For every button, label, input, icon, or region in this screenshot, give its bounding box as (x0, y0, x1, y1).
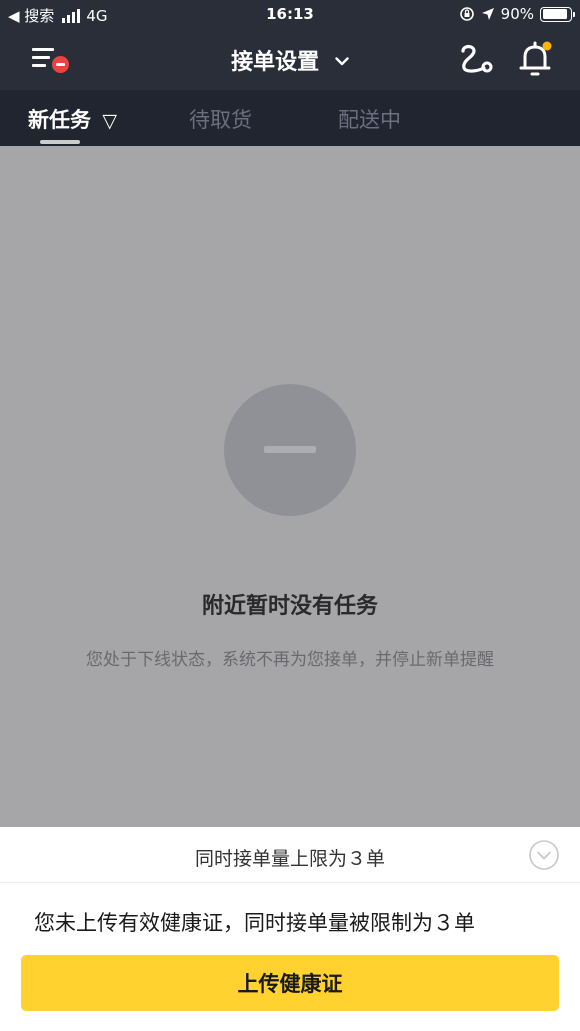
active-tab-indicator (40, 140, 80, 144)
order-limit-sheet: 同时接单量上限为３单 您未上传有效健康证，同时接单量被限制为３单 上传健康证 (0, 827, 580, 1031)
battery-icon (540, 6, 575, 22)
page-title: 接单设置 (231, 50, 320, 75)
tab-label: 新任务 (28, 108, 91, 132)
task-tabs: 新任务 ▽ 待取货 配送中 (0, 90, 580, 146)
empty-state-description: 您处于下线状态，系统不再为您接单，并停止新单提醒 (86, 650, 494, 670)
app-header: 接单设置 (0, 28, 580, 90)
status-bar: ◀ 搜索 4G 16:13 90% (0, 0, 580, 28)
bell-icon[interactable] (516, 40, 554, 78)
route-icon[interactable] (458, 42, 494, 76)
empty-state-title: 附近暂时没有任务 (201, 594, 378, 619)
rotation-lock-icon (459, 7, 474, 21)
upload-health-cert-button[interactable]: 上传健康证 (21, 955, 559, 1011)
chevron-down-circle-icon[interactable] (528, 839, 560, 871)
battery-level (542, 9, 567, 19)
tab-label: 待取货 (189, 108, 252, 132)
tab-new-tasks[interactable]: 新任务 ▽ (28, 104, 117, 134)
tab-label: 配送中 (338, 108, 401, 132)
filter-icon[interactable]: ▽ (102, 110, 117, 132)
order-limit-text: 同时接单量上限为３单 (194, 848, 385, 870)
location-arrow-icon (481, 8, 494, 20)
status-right: 90% (459, 5, 575, 23)
tab-pending-pickup[interactable]: 待取货 (189, 104, 252, 134)
notification-dot (542, 41, 552, 51)
tab-delivering[interactable]: 配送中 (338, 104, 401, 134)
chevron-down-icon (335, 57, 349, 66)
order-limit-row[interactable]: 同时接单量上限为３单 (0, 827, 580, 883)
offline-status-icon (224, 384, 356, 516)
battery-percent: 90% (500, 5, 534, 23)
health-cert-warning: 您未上传有效健康证，同时接单量被限制为３单 (34, 911, 475, 935)
